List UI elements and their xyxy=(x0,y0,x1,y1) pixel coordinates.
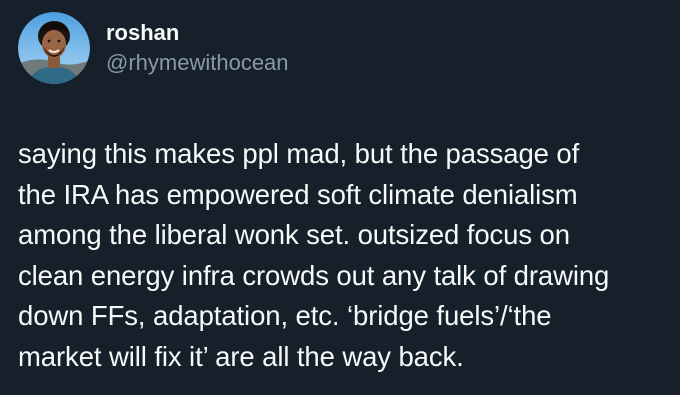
tweet-card: roshan @rhymewithocean saying this makes… xyxy=(0,0,680,395)
author-names: roshan @rhymewithocean xyxy=(106,19,289,77)
author-display-name[interactable]: roshan xyxy=(106,19,289,47)
tweet-text-line: the IRA has empowered soft climate denia… xyxy=(18,178,578,210)
tweet-text-line: clean energy infra crowds out any talk o… xyxy=(18,259,610,291)
author-handle[interactable]: @rhymewithocean xyxy=(106,49,289,77)
tweet-text-line: market will fix it’ are all the way back… xyxy=(18,340,464,372)
tweet-header: roshan @rhymewithocean xyxy=(18,12,289,84)
tweet-text-line: saying this makes ppl mad, but the passa… xyxy=(18,138,580,169)
tweet-text-line: among the liberal wonk set. outsized foc… xyxy=(18,219,570,250)
avatar[interactable] xyxy=(18,12,90,84)
tweet-text: saying this makes ppl mad, but the passa… xyxy=(18,134,668,377)
tweet-text-line: down FFs, adaptation, etc. ‘bridge fuels… xyxy=(18,300,552,331)
